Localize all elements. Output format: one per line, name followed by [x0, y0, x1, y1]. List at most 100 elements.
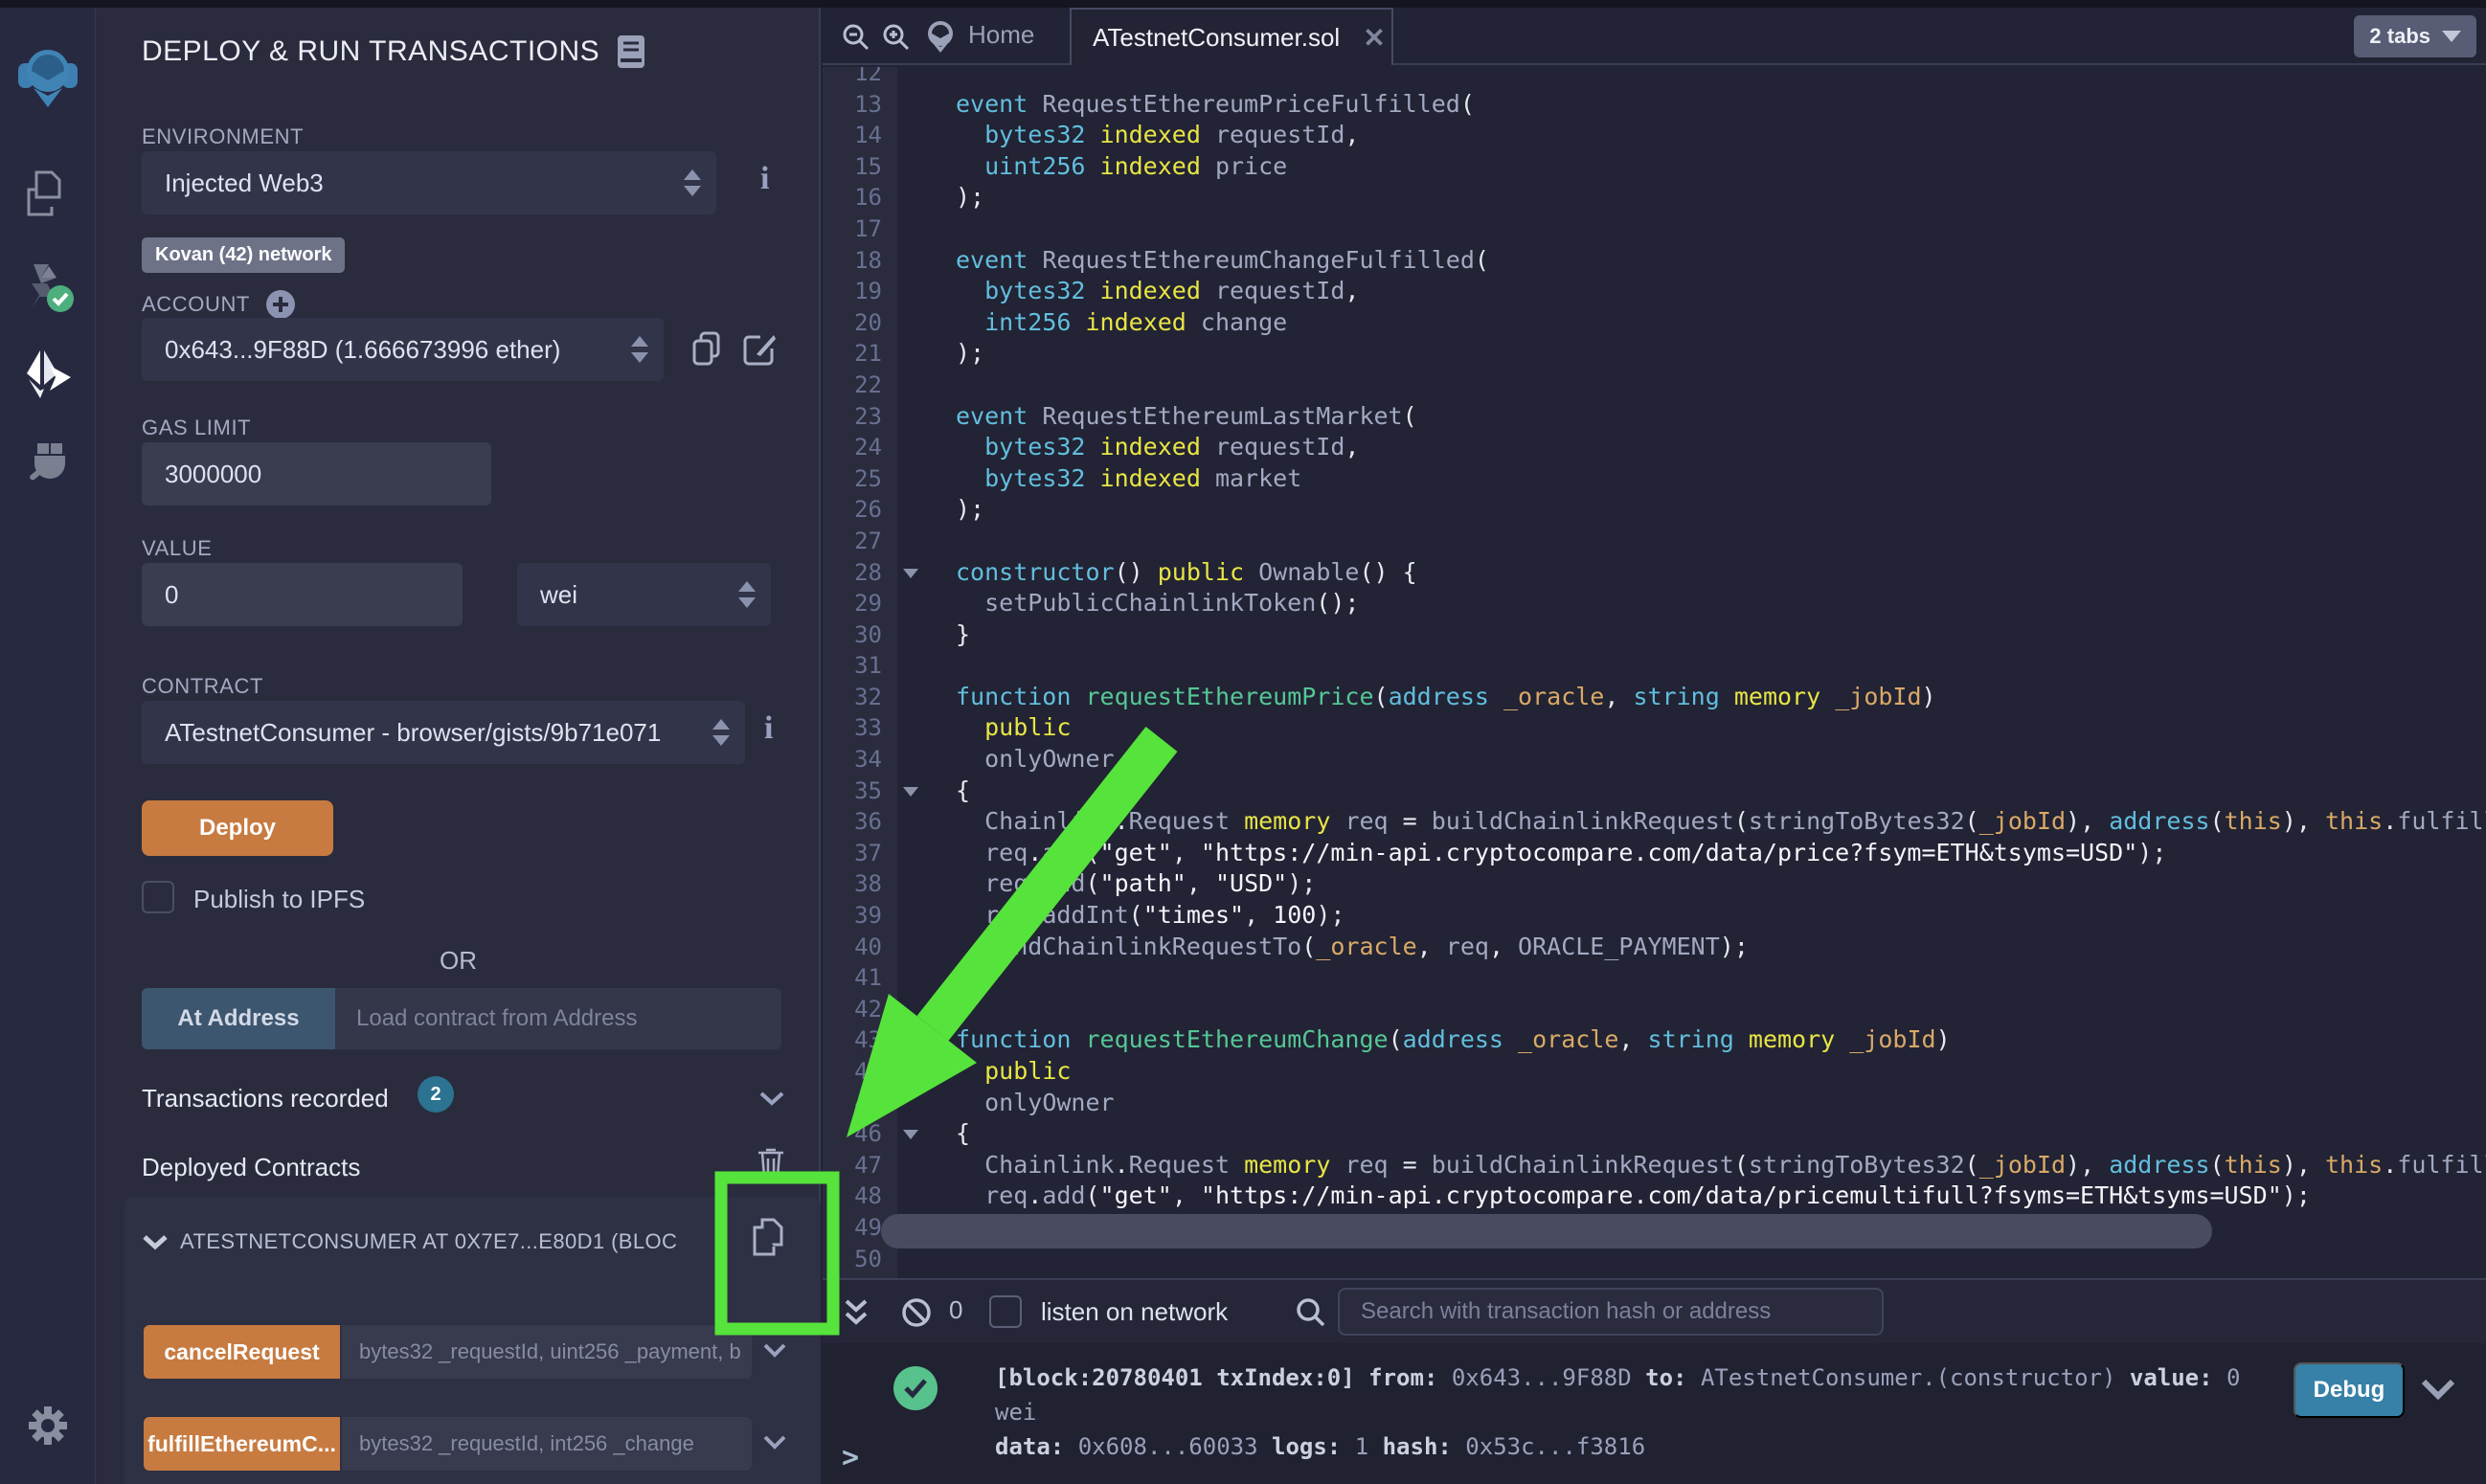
gas-limit-input[interactable]: 3000000 [142, 442, 491, 506]
file-explorer-icon[interactable] [23, 169, 73, 218]
terminal-search-input[interactable]: Search with transaction hash or address [1338, 1288, 1884, 1336]
cancel-request-args-input[interactable]: bytes32 _requestId, uint256 _payment, b [342, 1325, 752, 1379]
line-number[interactable]: 30 [823, 619, 897, 651]
zoom-in-icon[interactable] [882, 23, 911, 52]
line-number[interactable]: 20 [823, 307, 897, 339]
environment-select[interactable]: Injected Web3 [142, 151, 716, 214]
line-number[interactable]: 36 [823, 806, 897, 838]
expand-terminal-icon[interactable] [842, 1297, 870, 1328]
at-address-button[interactable]: At Address [142, 988, 335, 1049]
line-number[interactable]: 44 [823, 1056, 897, 1088]
code-line: 32function requestEthereumPrice(address … [823, 682, 2486, 713]
line-number[interactable]: 31 [823, 650, 897, 682]
code-line: 42 [823, 994, 2486, 1025]
fold-arrow-icon[interactable] [903, 1130, 918, 1139]
line-number[interactable]: 26 [823, 494, 897, 526]
line-number[interactable]: 19 [823, 276, 897, 307]
solidity-compiler-icon[interactable] [20, 259, 76, 314]
line-number[interactable]: 38 [823, 868, 897, 900]
environment-info-icon[interactable]: i [760, 161, 769, 197]
fulfill-ethereum-button[interactable]: fulfillEthereumC... [144, 1417, 340, 1471]
transaction-log[interactable]: [block:20780401 txIndex:0] from: 0x643..… [995, 1360, 2269, 1464]
remix-logo-icon[interactable] [18, 46, 78, 109]
home-tab-icon[interactable] [924, 19, 957, 54]
line-number[interactable]: 25 [823, 463, 897, 495]
docs-book-icon[interactable] [617, 34, 645, 69]
trash-icon[interactable] [757, 1145, 785, 1180]
tabs-count-button[interactable]: 2 tabs [2354, 15, 2476, 57]
clear-console-icon[interactable] [901, 1297, 932, 1328]
line-number[interactable]: 23 [823, 401, 897, 433]
remix-ide: DEPLOY & RUN TRANSACTIONS ENVIRONMENT In… [0, 0, 2486, 1484]
line-number[interactable]: 46 [823, 1118, 897, 1150]
settings-gear-icon[interactable] [23, 1401, 73, 1450]
code-area[interactable]: 1213event RequestEthereumPriceFulfilled(… [823, 67, 2486, 1278]
line-number[interactable]: 12 [823, 67, 897, 89]
account-select[interactable]: 0x643...9F88D (1.666673996 ether) [142, 318, 664, 381]
line-number[interactable]: 18 [823, 245, 897, 277]
fulfill-ethereum-args-input[interactable]: bytes32 _requestId, int256 _change [342, 1417, 752, 1471]
at-address-input[interactable]: Load contract from Address [335, 988, 781, 1049]
contract-info-icon[interactable]: i [764, 710, 773, 747]
deployed-contract-title[interactable]: ATESTNETCONSUMER AT 0X7E7...E80D1 (BLOCK… [180, 1229, 678, 1254]
copy-contract-address-icon[interactable] [749, 1216, 787, 1262]
horizontal-scrollbar[interactable] [881, 1214, 2212, 1248]
terminal-header: 0 listen on network Search with transact… [823, 1280, 2486, 1343]
line-number[interactable]: 16 [823, 182, 897, 214]
cancel-request-button[interactable]: cancelRequest [144, 1325, 340, 1379]
terminal-prompt[interactable]: > [842, 1441, 859, 1474]
line-number[interactable]: 21 [823, 338, 897, 370]
contract-expand-chevron-icon[interactable] [142, 1233, 169, 1250]
listen-network-checkbox[interactable] [989, 1295, 1022, 1328]
line-number[interactable]: 15 [823, 151, 897, 183]
value-unit-select[interactable]: wei [517, 563, 771, 626]
value-input[interactable]: 0 [142, 563, 463, 626]
line-number[interactable]: 43 [823, 1024, 897, 1056]
line-number[interactable]: 32 [823, 682, 897, 713]
select-arrows-icon [738, 581, 756, 608]
transactions-chevron-icon[interactable] [758, 1090, 785, 1107]
line-number[interactable]: 17 [823, 214, 897, 245]
line-number[interactable]: 37 [823, 838, 897, 869]
copy-account-icon[interactable] [691, 331, 722, 368]
debug-button[interactable]: Debug [2294, 1362, 2405, 1418]
tab-active-file[interactable]: ATestnetConsumer.sol ✕ [1070, 8, 1393, 65]
close-tab-icon[interactable]: ✕ [1363, 22, 1385, 54]
line-number[interactable]: 14 [823, 120, 897, 151]
line-number[interactable]: 33 [823, 712, 897, 744]
deploy-button[interactable]: Deploy [142, 800, 333, 856]
code-line: 22 [823, 370, 2486, 401]
line-number[interactable]: 34 [823, 744, 897, 776]
line-number[interactable]: 28 [823, 557, 897, 589]
line-number[interactable]: 13 [823, 89, 897, 121]
line-number[interactable]: 45 [823, 1088, 897, 1119]
line-number[interactable]: 24 [823, 432, 897, 463]
line-number[interactable]: 40 [823, 932, 897, 963]
edit-account-icon[interactable] [743, 331, 778, 366]
line-number[interactable]: 29 [823, 588, 897, 619]
deploy-run-icon[interactable] [21, 349, 75, 400]
contract-select[interactable]: ATestnetConsumer - browser/gists/9b71e07… [142, 701, 745, 764]
code-line: 20 int256 indexed change [823, 307, 2486, 339]
line-number[interactable]: 42 [823, 994, 897, 1025]
plugin-manager-icon[interactable] [23, 440, 73, 490]
line-number[interactable]: 48 [823, 1180, 897, 1212]
line-number[interactable]: 50 [823, 1244, 897, 1275]
log-expand-chevron-icon[interactable] [2420, 1378, 2456, 1401]
code-line: 43function requestEthereumChange(address… [823, 1024, 2486, 1056]
line-number[interactable]: 35 [823, 776, 897, 807]
line-number[interactable]: 27 [823, 526, 897, 557]
line-number[interactable]: 39 [823, 900, 897, 932]
add-account-icon[interactable] [265, 289, 296, 320]
publish-ipfs-checkbox[interactable] [142, 881, 174, 913]
line-number[interactable]: 41 [823, 962, 897, 994]
tab-home[interactable]: Home [968, 20, 1034, 50]
fold-arrow-icon[interactable] [903, 787, 918, 797]
line-number[interactable]: 22 [823, 370, 897, 401]
cancel-request-chevron-icon[interactable] [762, 1342, 787, 1359]
code-line: 40 sendChainlinkRequestTo(_oracle, req, … [823, 932, 2486, 963]
line-number[interactable]: 47 [823, 1150, 897, 1181]
fold-arrow-icon[interactable] [903, 569, 918, 578]
zoom-out-icon[interactable] [842, 23, 870, 52]
fulfill-ethereum-chevron-icon[interactable] [762, 1434, 787, 1450]
